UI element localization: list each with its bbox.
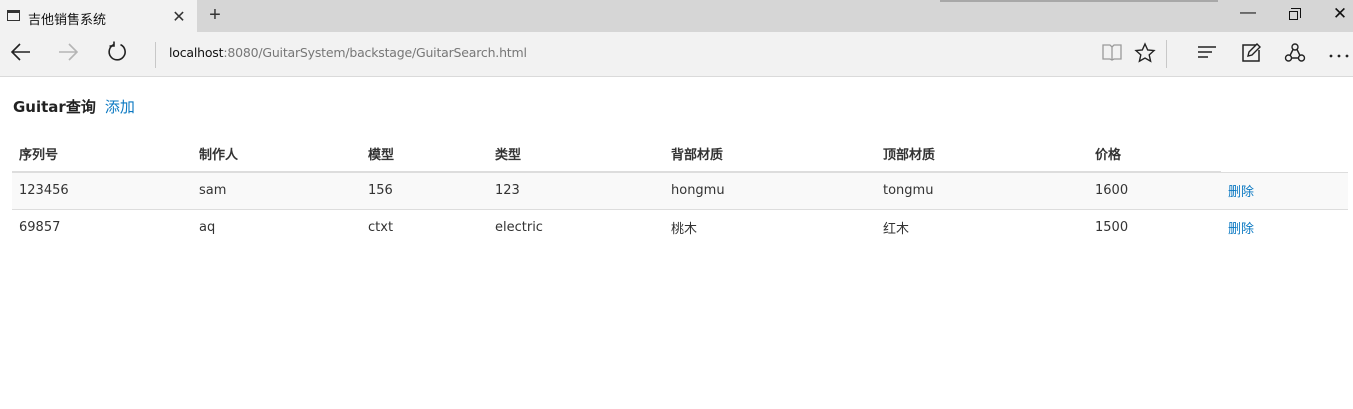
minimize-button[interactable]: — <box>1238 4 1258 22</box>
table-row: 123456 sam 156 123 hongmu tongmu 1600 删除 <box>12 171 1348 209</box>
cell-back-wood: hongmu <box>664 171 876 209</box>
add-link[interactable]: 添加 <box>105 96 135 117</box>
url-path: :8080/GuitarSystem/backstage/GuitarSearc… <box>223 45 527 60</box>
tab-title: 吉他销售系统 <box>28 13 107 28</box>
page-icon <box>7 10 20 21</box>
browser-tab[interactable]: 吉他销售系统 ✕ <box>0 0 197 32</box>
tabbar-divider <box>940 0 1218 2</box>
address-bar[interactable]: localhost:8080/GuitarSystem/backstage/Gu… <box>169 45 527 60</box>
header-builder: 制作人 <box>192 136 361 173</box>
forward-arrow-icon[interactable] <box>55 41 81 69</box>
cell-builder: aq <box>192 208 361 246</box>
header-type: 类型 <box>488 136 664 173</box>
address-divider <box>155 42 156 68</box>
cell-top-wood: tongmu <box>876 171 1088 209</box>
cell-back-wood: 桃木 <box>664 208 876 246</box>
header-price: 价格 <box>1088 136 1221 173</box>
cell-type: electric <box>488 208 664 246</box>
header-action <box>1221 136 1348 172</box>
more-icon[interactable] <box>1326 42 1352 68</box>
new-tab-button[interactable]: + <box>205 4 225 27</box>
cell-price: 1500 <box>1088 208 1221 246</box>
tab-close-icon[interactable]: ✕ <box>172 7 186 27</box>
toolbar-divider <box>1166 40 1167 68</box>
browser-toolbar: localhost:8080/GuitarSystem/backstage/Gu… <box>0 32 1353 77</box>
cell-model: 156 <box>361 171 488 209</box>
hub-icon[interactable] <box>1194 42 1220 68</box>
cell-builder: sam <box>192 171 361 209</box>
web-note-icon[interactable] <box>1238 42 1264 68</box>
header-model: 模型 <box>361 136 488 173</box>
cell-model: ctxt <box>361 208 488 246</box>
guitar-table: 序列号 制作人 模型 类型 背部材质 顶部材质 价格 123456 sam 15… <box>12 136 1348 246</box>
refresh-icon[interactable] <box>104 41 130 70</box>
cell-type: 123 <box>488 171 664 209</box>
header-serial: 序列号 <box>12 136 192 173</box>
browser-tab-bar: 吉他销售系统 ✕ + — ✕ <box>0 0 1353 32</box>
cell-serial: 123456 <box>12 171 192 209</box>
table-row: 69857 aq ctxt electric 桃木 红木 1500 删除 <box>12 208 1348 246</box>
header-back-wood: 背部材质 <box>664 136 876 173</box>
cell-action: 删除 <box>1221 208 1348 246</box>
url-host: localhost <box>169 45 224 60</box>
share-icon[interactable] <box>1282 42 1308 68</box>
cell-top-wood: 红木 <box>876 208 1088 246</box>
reading-view-icon[interactable] <box>1099 42 1125 68</box>
favorite-star-icon[interactable] <box>1132 42 1158 68</box>
delete-link[interactable]: 删除 <box>1228 222 1254 237</box>
cell-price: 1600 <box>1088 171 1221 209</box>
back-arrow-icon[interactable] <box>8 41 34 69</box>
table-header-row: 序列号 制作人 模型 类型 背部材质 顶部材质 价格 <box>12 136 1348 173</box>
header-top-wood: 顶部材质 <box>876 136 1088 173</box>
page-header: Guitar查询 添加 <box>13 96 135 117</box>
cell-action: 删除 <box>1221 171 1348 209</box>
page-title: Guitar查询 <box>13 98 96 116</box>
delete-link[interactable]: 删除 <box>1228 185 1254 200</box>
window-close-button[interactable]: ✕ <box>1330 4 1350 24</box>
cell-serial: 69857 <box>12 208 192 246</box>
restore-button[interactable] <box>1289 8 1301 20</box>
